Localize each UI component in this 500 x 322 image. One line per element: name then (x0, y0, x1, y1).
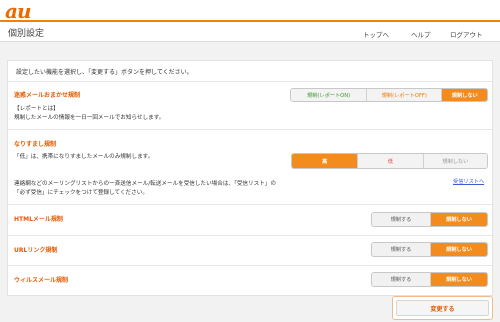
nav-help-link[interactable]: ヘルプ (411, 29, 431, 39)
virus-option-none[interactable]: 規制しない (429, 273, 487, 286)
omakase-option-report-on[interactable]: 規制(レポートON) (291, 89, 367, 101)
html-toggle: 規制する 規制しない (371, 212, 488, 227)
au-logo[interactable]: au (5, 0, 31, 22)
omakase-report-heading: 【レポートとは】 (14, 106, 59, 112)
page-title: 個別設定 (8, 29, 45, 39)
spoof-option-low[interactable]: 低 (357, 154, 423, 168)
receive-list-link[interactable]: 受信リストへ (453, 178, 484, 185)
omakase-option-report-off[interactable]: 規制(レポートOFF) (366, 89, 442, 101)
submit-button[interactable]: 変更する (396, 300, 489, 316)
top-bar: au (0, 0, 500, 22)
url-toggle: 規制する 規制しない (371, 242, 488, 257)
divider (8, 129, 492, 130)
virus-title: ウィルスメール規制 (14, 277, 69, 284)
spoof-note-line1: 連絡網などのメーリングリストからの一斉送信メール/転送メールを受信したい場合は、… (14, 181, 276, 187)
url-option-block[interactable]: 規制する (372, 243, 430, 256)
settings-panel: 設定したい機能を選択し、「変更する」ボタンを押してください。 迷惑メールおまかせ… (7, 60, 493, 296)
virus-option-block[interactable]: 規制する (372, 273, 430, 286)
omakase-report-desc: 規制したメールの情報を一日一回メールでお知らせします。 (14, 115, 165, 121)
nav-logout-link[interactable]: ログアウト (450, 29, 483, 39)
omakase-option-none[interactable]: 規制しない (441, 89, 487, 101)
spoof-note-line2: 「必ず受信」にチェックをつけて登録してください。 (14, 190, 148, 196)
header-bar: 個別設定 トップへ ヘルプ ログアウト (0, 20, 500, 42)
html-option-none[interactable]: 規制しない (429, 213, 487, 226)
divider (8, 265, 492, 266)
nav-top-link[interactable]: トップへ (363, 29, 389, 39)
spoof-title: なりすまし規制 (14, 141, 57, 148)
omakase-toggle: 規制(レポートON) 規制(レポートOFF) 規制しない (290, 88, 488, 102)
intro-text: 設定したい機能を選択し、「変更する」ボタンを押してください。 (16, 69, 193, 76)
html-title: HTMLメール規制 (14, 216, 63, 223)
virus-toggle: 規制する 規制しない (371, 272, 488, 287)
omakase-title: 迷惑メールおまかせ規制 (14, 92, 81, 99)
url-option-none[interactable]: 規制しない (429, 243, 487, 256)
spoof-option-high[interactable]: 高 (292, 154, 358, 168)
submit-frame: 変更する (392, 296, 493, 320)
spoof-desc: 「低」は、携帯になりすましたメールのみ規制します。 (14, 154, 154, 160)
html-option-block[interactable]: 規制する (372, 213, 430, 226)
url-title: URLリンク規制 (14, 247, 58, 254)
divider (8, 204, 492, 205)
spoof-option-none[interactable]: 規制しない (422, 154, 487, 168)
spoof-toggle: 高 低 規制しない (291, 153, 488, 169)
divider (8, 235, 492, 236)
divider (8, 81, 492, 82)
